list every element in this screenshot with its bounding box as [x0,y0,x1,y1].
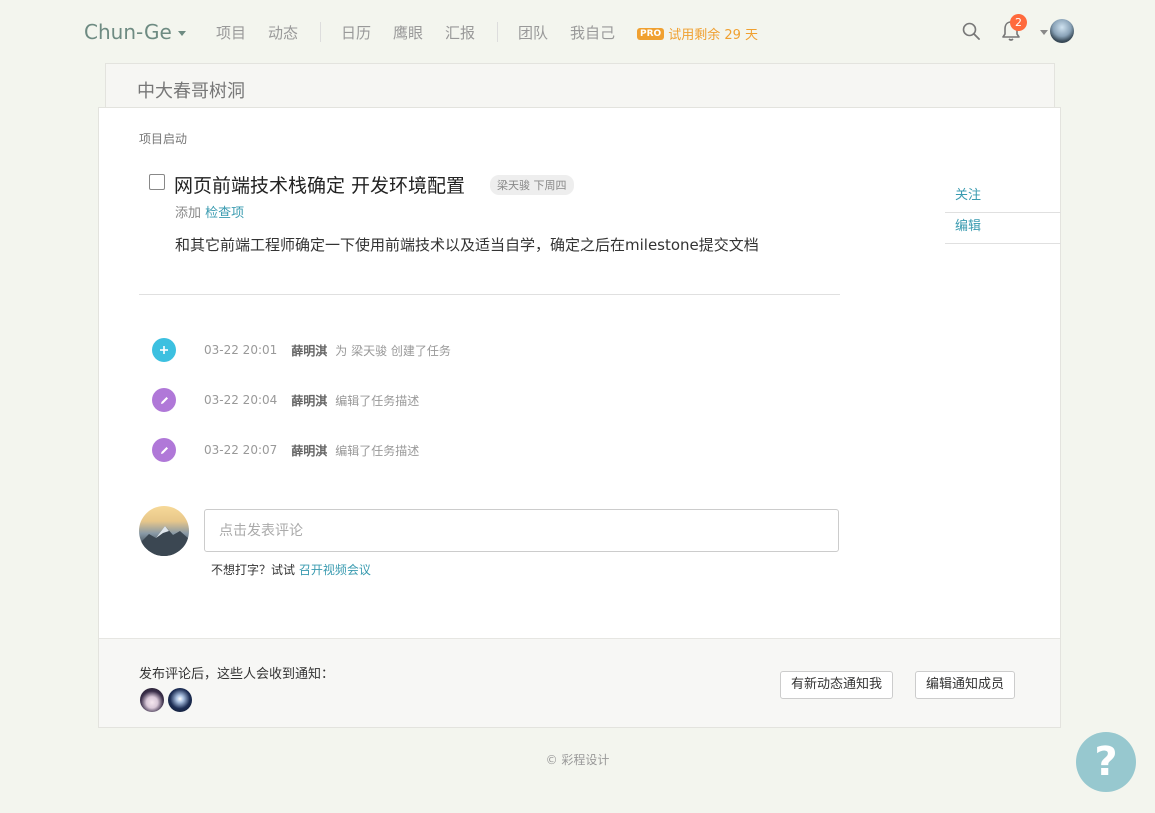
video-hint-text: 不想打字？试试 [211,563,296,577]
project-header: 中大春哥树洞 [105,63,1055,109]
pencil-icon [152,438,176,462]
task-card: 项目启动 网页前端技术栈确定 开发环境配置 梁天骏 下周四 添加 检查项 和其它… [98,107,1061,728]
activity-item: 03-22 20:07 薛明淇 编辑了任务描述 [152,438,419,462]
activity-time: 03-22 20:07 [204,443,278,457]
nav-item-report[interactable]: 汇报 [445,22,475,43]
task-description[interactable]: 和其它前端工程师确定一下使用前端技术以及适当自学，确定之后在milestone提… [175,234,759,255]
activity-user[interactable]: 薛明淇 [291,442,327,459]
activity-time: 03-22 20:01 [204,343,278,357]
edit-link[interactable]: 编辑 [945,213,1061,244]
assignee-due-tag[interactable]: 梁天骏 下周四 [490,175,574,195]
breadcrumb[interactable]: 项目启动 [139,130,187,147]
nav-item-team[interactable]: 团队 [518,22,548,43]
activity-item: 03-22 20:04 薛明淇 编辑了任务描述 [152,388,419,412]
member-avatar[interactable] [168,688,192,712]
notify-me-button[interactable]: 有新动态通知我 [780,671,894,699]
member-avatar[interactable] [140,688,164,712]
brand-menu[interactable]: Chun-Ge [84,20,186,44]
video-meeting-link[interactable]: 召开视频会议 [299,563,371,577]
pencil-icon [152,388,176,412]
chevron-down-icon[interactable] [1040,30,1048,35]
nav-divider [497,22,498,42]
user-avatar[interactable] [1050,19,1074,43]
nav-item-calendar[interactable]: 日历 [341,22,371,43]
nav-divider [320,22,321,42]
task-checkbox[interactable] [149,174,165,190]
comment-input[interactable] [204,509,839,552]
search-icon[interactable] [962,22,980,40]
nav-item-eagle-eye[interactable]: 鹰眼 [393,22,423,43]
brand-name: Chun-Ge [84,20,172,44]
follow-link[interactable]: 关注 [945,182,1061,213]
divider [139,294,840,295]
side-actions: 关注 编辑 [945,182,1061,244]
notify-text: 发布评论后，这些人会收到通知： [139,667,335,682]
commenter-avatar [139,506,189,556]
activity-text: 为 梁天骏 创建了任务 [335,343,451,358]
activity-item: 03-22 20:01 薛明淇 为 梁天骏 创建了任务 [152,338,451,362]
help-button[interactable]: ? [1076,732,1136,792]
nav-item-activity[interactable]: 动态 [268,22,298,43]
trial-text: 试用剩余 29 天 [668,28,758,43]
activity-text: 编辑了任务描述 [335,443,420,458]
copyright: © 彩程设计 [545,753,610,767]
chevron-down-icon [177,31,186,36]
edit-notify-members-button[interactable]: 编辑通知成员 [915,671,1016,699]
pro-badge: PRO [637,27,665,40]
activity-time: 03-22 20:04 [204,393,278,407]
video-meeting-hint: 不想打字？试试 召开视频会议 [211,561,371,578]
add-checklist: 添加 检查项 [175,202,244,221]
nav-item-projects[interactable]: 项目 [216,22,246,43]
activity-user[interactable]: 薛明淇 [291,392,327,409]
activity-text: 编辑了任务描述 [335,393,420,408]
add-checklist-link[interactable]: 检查项 [205,206,244,221]
plus-icon [152,338,176,362]
top-nav: Chun-Ge 项目 动态 日历 鹰眼 汇报 团队 我自己 PRO 试用剩余 2… [0,0,1155,63]
notification-badge: 2 [1010,14,1027,31]
notify-footer: 发布评论后，这些人会收到通知： 有新动态通知我 编辑通知成员 [99,638,1060,727]
add-checklist-prefix: 添加 [175,206,202,221]
task-title[interactable]: 网页前端技术栈确定 开发环境配置 [174,171,465,198]
project-title[interactable]: 中大春哥树洞 [137,77,245,103]
nav-item-myself[interactable]: 我自己 [570,22,615,43]
trial-notice[interactable]: PRO 试用剩余 29 天 [637,24,758,43]
activity-user[interactable]: 薛明淇 [291,342,327,359]
